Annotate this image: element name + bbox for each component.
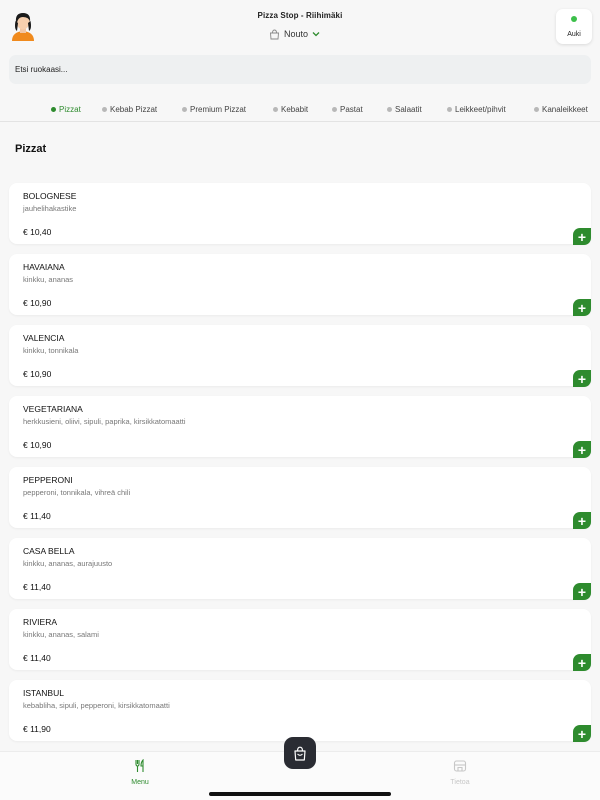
search-input[interactable] (9, 55, 591, 84)
item-price: € 10,90 (23, 440, 52, 450)
tab-leikkeet-pihvit[interactable]: Leikkeet/pihvit (447, 100, 506, 118)
tab-dot (332, 106, 337, 112)
item-name: HAVAIANA (23, 262, 65, 272)
item-name: BOLOGNESE (23, 191, 77, 201)
tab-label: Kanaleikkeet (542, 104, 588, 114)
tab-pastat[interactable]: Pastat (332, 100, 363, 118)
item-price: € 11,40 (23, 511, 51, 521)
nav-menu-label: Menu (131, 779, 149, 786)
fork-knife-icon (135, 758, 144, 772)
menu-item-card[interactable]: ISTANBUL kebabliha, sipuli, pepperoni, k… (9, 680, 591, 742)
item-description: kinkku, ananas (23, 275, 74, 284)
tab-pizzat[interactable]: Pizzat (51, 100, 81, 118)
item-name: ISTANBUL (23, 688, 64, 698)
store-icon (453, 760, 467, 772)
tab-premium-pizzat[interactable]: Premium Pizzat (182, 100, 246, 118)
tab-dot (51, 106, 56, 112)
tab-label: Kebab Pizzat (110, 104, 158, 114)
item-description: kebabliha, sipuli, pepperoni, kirsikkato… (23, 701, 170, 710)
menu-item-card[interactable]: RIVIERA kinkku, ananas, salami € 11,40 + (9, 609, 591, 671)
tab-dot (447, 106, 452, 112)
menu-item-card[interactable]: VEGETARIANA herkkusieni, oliivi, sipuli,… (9, 396, 591, 458)
tab-kebab-pizzat[interactable]: Kebab Pizzat (102, 100, 157, 118)
tab-kebabit[interactable]: Kebabit (273, 100, 308, 118)
item-price: € 11,40 (23, 653, 51, 663)
bag-icon (270, 29, 279, 39)
item-name: CASA BELLA (23, 546, 75, 556)
category-tabs: Pizzat Kebab Pizzat Premium Pizzat Kebab… (0, 100, 600, 118)
item-description: herkkusieni, oliivi, sipuli, paprika, ki… (23, 417, 186, 426)
tab-label: Kebabit (281, 104, 309, 114)
item-price: € 11,90 (23, 724, 51, 734)
nav-info-label: Tietoa (450, 779, 470, 786)
nav-menu-tab[interactable]: Menu (125, 758, 155, 789)
tab-dot (387, 106, 392, 112)
home-indicator (209, 792, 391, 796)
item-description: kinkku, ananas, aurajuusto (23, 559, 113, 568)
cart-bag-icon (294, 746, 306, 761)
add-to-cart-button[interactable]: + (573, 441, 591, 458)
add-to-cart-button[interactable]: + (573, 228, 591, 245)
nav-info-tab[interactable]: Tietoa (445, 759, 475, 789)
item-description: jauhelihakastike (23, 204, 77, 213)
item-name: VALENCIA (23, 333, 65, 343)
item-price: € 11,40 (23, 582, 51, 592)
menu-item-card[interactable]: VALENCIA kinkku, tonnikala € 10,90 + (9, 325, 591, 387)
item-name: VEGETARIANA (23, 404, 83, 414)
store-title: Pizza Stop - Riihimäki (257, 11, 343, 20)
tab-label: Pizzat (59, 104, 81, 114)
menu-item-card[interactable]: BOLOGNESE jauhelihakastike € 10,40 + (9, 183, 591, 245)
menu-item-card[interactable]: HAVAIANA kinkku, ananas € 10,90 + (9, 254, 591, 316)
item-description: pepperoni, tonnikala, vihreä chili (23, 488, 131, 497)
menu-item-card[interactable]: CASA BELLA kinkku, ananas, aurajuusto € … (9, 538, 591, 600)
item-price: € 10,90 (23, 298, 52, 308)
top-header: Pizza Stop - Riihimäki Nouto Auki Pizzat… (0, 0, 600, 122)
tab-label: Pastat (340, 104, 363, 114)
tab-dot (534, 106, 539, 112)
tab-dot (102, 106, 107, 112)
tab-label: Leikkeet/pihvit (455, 104, 506, 114)
status-dot (571, 16, 577, 22)
section-title: Pizzat (15, 143, 47, 155)
tab-salaatit[interactable]: Salaatit (387, 100, 422, 118)
item-description: kinkku, tonnikala (23, 346, 79, 355)
tab-kanaleikkeet[interactable]: Kanaleikkeet (534, 100, 588, 118)
add-to-cart-button[interactable]: + (573, 583, 591, 600)
chevron-down-icon (312, 32, 320, 37)
item-price: € 10,40 (23, 227, 52, 237)
add-to-cart-button[interactable]: + (573, 654, 591, 671)
menu-item-card[interactable]: PEPPERONI pepperoni, tonnikala, vihreä c… (9, 467, 591, 529)
tab-label: Salaatit (395, 104, 422, 114)
status-label: Auki (567, 31, 581, 38)
tab-dot (182, 106, 187, 112)
add-to-cart-button[interactable]: + (573, 725, 591, 742)
item-price: € 10,90 (23, 369, 52, 379)
item-description: kinkku, ananas, salami (23, 630, 99, 639)
add-to-cart-button[interactable]: + (573, 370, 591, 387)
add-to-cart-button[interactable]: + (573, 299, 591, 316)
open-status-card: Auki (556, 9, 592, 44)
tab-dot (273, 106, 278, 112)
item-name: RIVIERA (23, 617, 58, 627)
item-name: PEPPERONI (23, 475, 73, 485)
delivery-mode-selector[interactable]: Nouto (269, 26, 320, 42)
add-to-cart-button[interactable]: + (573, 512, 591, 529)
tab-label: Premium Pizzat (190, 104, 247, 114)
cart-button[interactable] (284, 737, 316, 769)
delivery-mode-label: Nouto (284, 29, 309, 39)
